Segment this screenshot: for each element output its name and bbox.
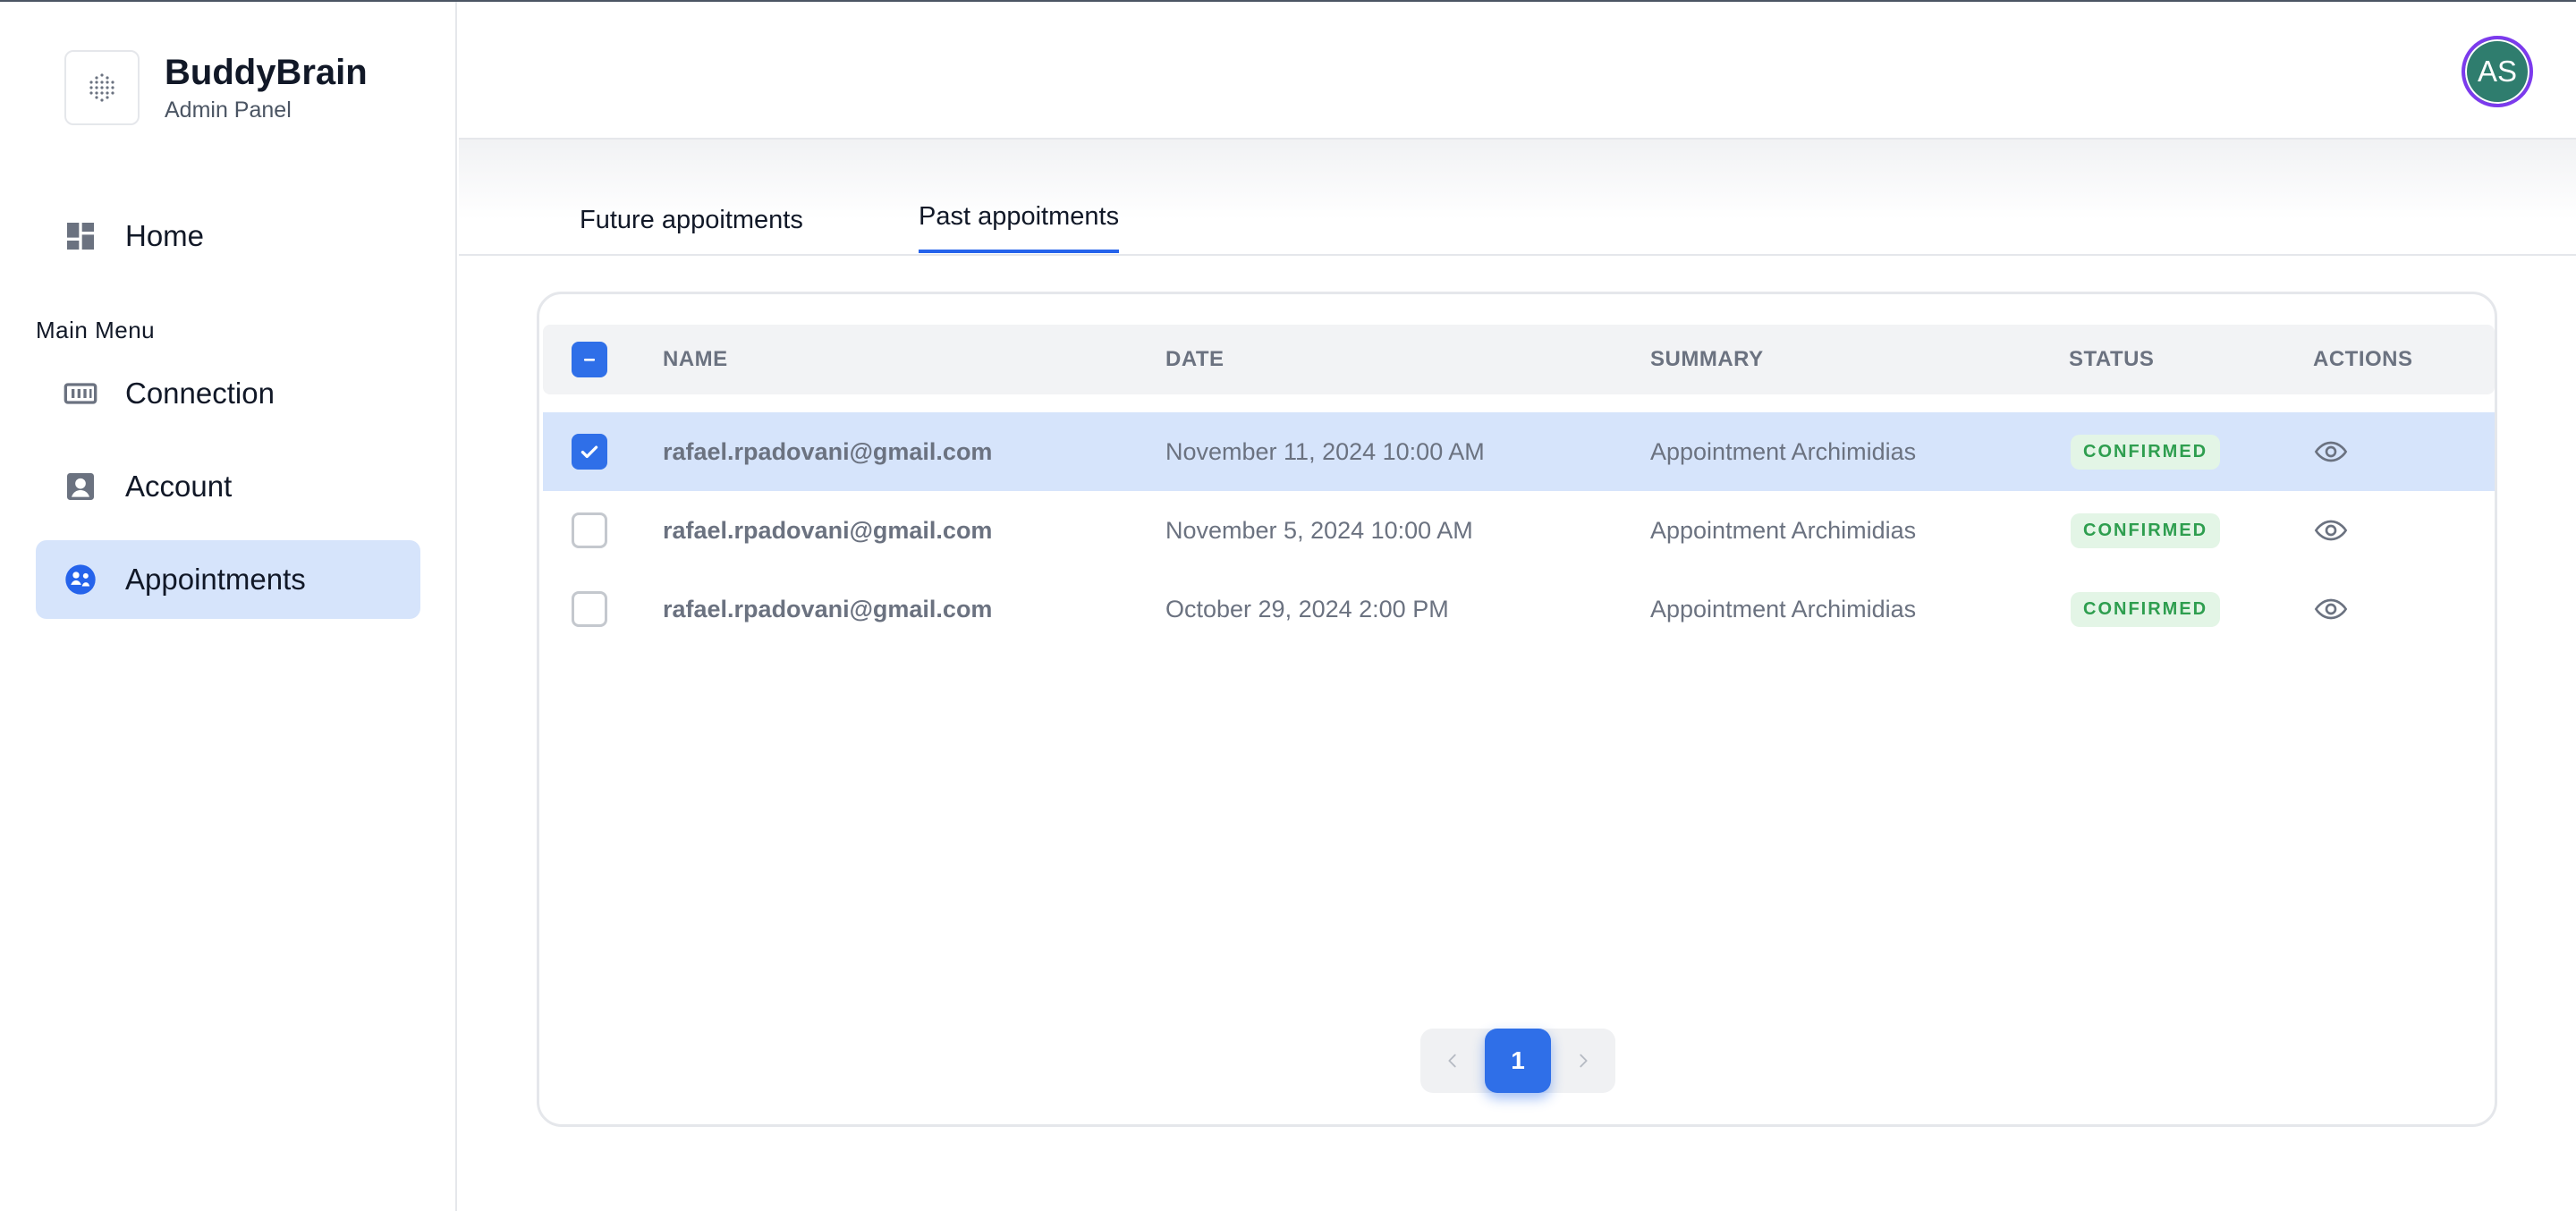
view-eye-icon[interactable] (2313, 434, 2349, 470)
check-icon (580, 445, 598, 459)
main-menu-label: Main Menu (36, 317, 156, 343)
row-summary: Appointment Archimidias (1650, 595, 1917, 622)
table-row[interactable]: rafael.rpadovani@gmail.com October 29, 2… (543, 570, 2495, 648)
user-avatar[interactable]: AS (2462, 36, 2533, 107)
sidebar: BuddyBrain Admin Panel Home Main Menu Co… (0, 2, 457, 1211)
page-button-current[interactable]: 1 (1485, 1029, 1551, 1093)
sidebar-item-label: Home (125, 219, 205, 252)
sidebar-item-account[interactable]: Account (36, 447, 420, 526)
sidebar-item-label: Connection (125, 377, 275, 410)
status-badge: CONFIRMED (2071, 512, 2221, 548)
row-name: rafael.rpadovani@gmail.com (663, 595, 993, 622)
column-header-status[interactable]: STATUS (2069, 325, 2154, 394)
table-row[interactable]: rafael.rpadovani@gmail.com November 11, … (543, 412, 2495, 491)
brand[interactable]: BuddyBrain Admin Panel (64, 50, 368, 125)
column-header-date[interactable]: DATE (1165, 325, 1224, 394)
top-header: AS (459, 2, 2576, 140)
row-summary: Appointment Archimidias (1650, 437, 1917, 465)
row-summary: Appointment Archimidias (1650, 516, 1917, 544)
brand-subtitle: Admin Panel (165, 97, 292, 123)
appointments-tabs: Future appoitments Past appoitments (459, 140, 2576, 256)
row-checkbox[interactable] (572, 591, 607, 627)
appointments-table: NAME DATE SUMMARY STATUS ACTIONS rafael.… (537, 292, 2497, 1127)
minus-icon (584, 359, 595, 361)
table-row[interactable]: rafael.rpadovani@gmail.com November 5, 2… (543, 491, 2495, 570)
column-header-summary[interactable]: SUMMARY (1650, 325, 1764, 394)
sidebar-item-home[interactable]: Home (36, 197, 420, 275)
account-icon (63, 469, 98, 504)
appointments-icon (63, 562, 98, 597)
table-header: NAME DATE SUMMARY STATUS ACTIONS (543, 325, 2495, 394)
sidebar-item-label: Account (125, 470, 233, 503)
column-header-name[interactable]: NAME (663, 325, 728, 394)
connection-icon (63, 376, 98, 411)
column-header-actions: ACTIONS (2313, 347, 2413, 371)
tab-future-appointments[interactable]: Future appoitments (580, 206, 803, 253)
row-date: November 11, 2024 10:00 AM (1165, 437, 1485, 465)
previous-page-chevron-left-icon[interactable] (1420, 1029, 1485, 1093)
next-page-chevron-right-icon[interactable] (1551, 1029, 1615, 1093)
brand-title: BuddyBrain (165, 52, 368, 92)
sidebar-item-appointments[interactable]: Appointments (36, 540, 420, 619)
sidebar-item-connection[interactable]: Connection (36, 354, 420, 433)
brand-logo-icon (64, 50, 140, 125)
row-date: November 5, 2024 10:00 AM (1165, 516, 1473, 544)
dashboard-icon (63, 218, 98, 254)
tab-past-appointments[interactable]: Past appoitments (919, 202, 1120, 253)
row-name: rafael.rpadovani@gmail.com (663, 437, 993, 465)
view-eye-icon[interactable] (2313, 591, 2349, 627)
status-badge: CONFIRMED (2071, 434, 2221, 470)
row-checkbox[interactable] (572, 512, 607, 548)
select-all-checkbox[interactable] (572, 342, 607, 377)
status-badge: CONFIRMED (2071, 591, 2221, 627)
sidebar-item-label: Appointments (125, 563, 306, 596)
row-date: October 29, 2024 2:00 PM (1165, 595, 1449, 622)
row-name: rafael.rpadovani@gmail.com (663, 516, 993, 544)
row-checkbox[interactable] (572, 434, 607, 470)
view-eye-icon[interactable] (2313, 512, 2349, 548)
pagination: 1 (1420, 1029, 1615, 1093)
